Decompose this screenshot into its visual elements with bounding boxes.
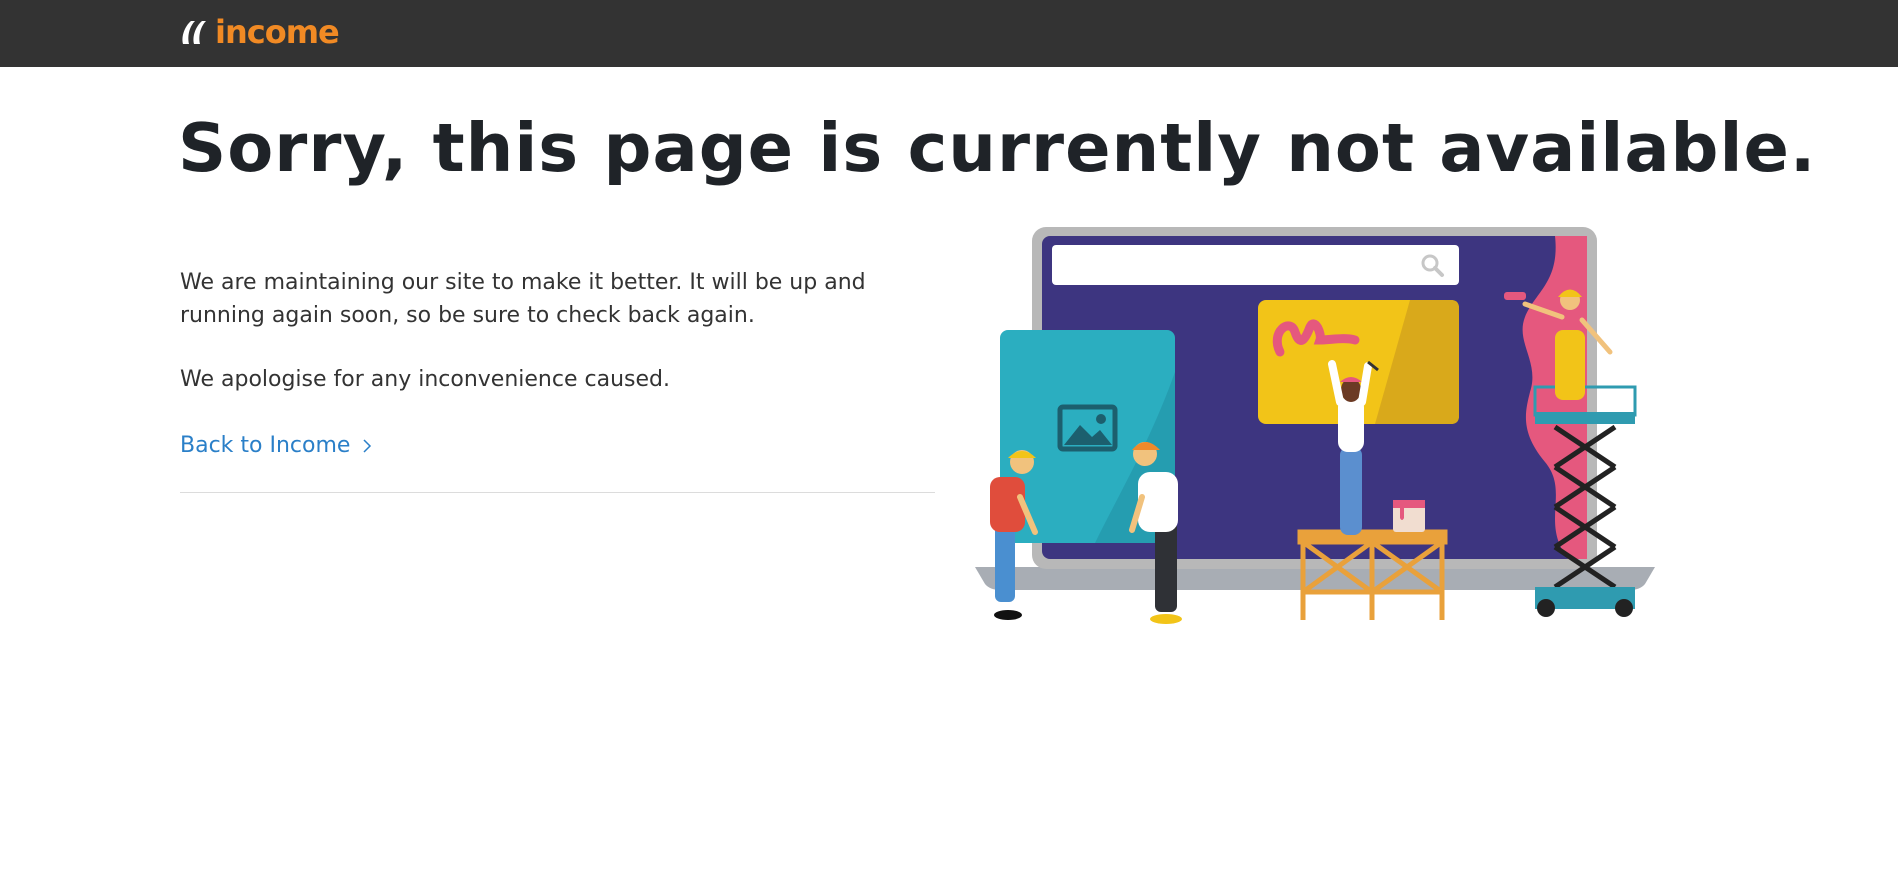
top-navigation-bar: income [0,0,1898,67]
brand-name: income [215,13,340,51]
message-body: We are maintaining our site to make it b… [180,266,935,461]
brand-logo-icon [182,21,206,44]
page-title: Sorry, this page is currently not availa… [178,109,1817,187]
back-to-income-link[interactable]: Back to Income [180,431,372,461]
apology-message: We apologise for any inconvenience cause… [180,367,670,392]
maintenance-illustration [975,227,1655,624]
search-bar-shape [1052,245,1459,285]
laptop-base [975,567,1655,590]
content-divider [180,492,935,493]
back-link-label: Back to Income [180,433,351,458]
maintenance-message: We are maintaining our site to make it b… [180,270,866,328]
chevron-right-icon [363,439,372,453]
brand-logo-link[interactable]: income [179,12,340,52]
